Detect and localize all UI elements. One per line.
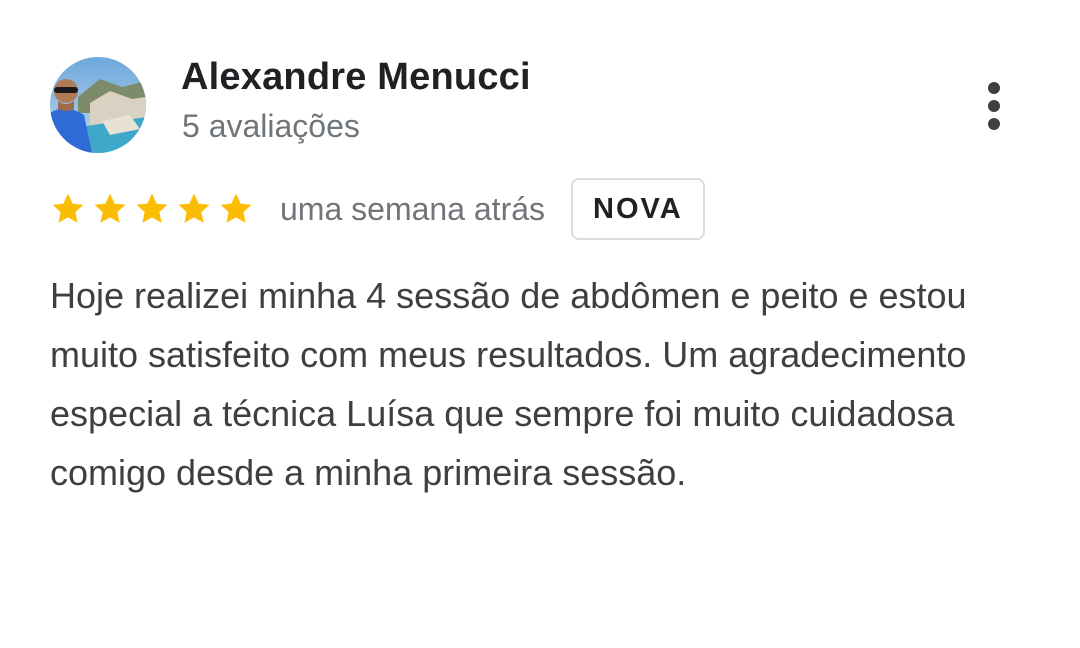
- star-filled-icon: [50, 191, 86, 227]
- review-time: uma semana atrás: [280, 190, 546, 227]
- new-review-badge: NOVA: [571, 178, 705, 240]
- avatar-photo-icon: [50, 57, 146, 153]
- star-filled-icon: [92, 191, 128, 227]
- more-vertical-icon: [988, 100, 1000, 112]
- more-vertical-icon: [988, 82, 1000, 94]
- more-options-button[interactable]: [968, 74, 1020, 138]
- author-review-count[interactable]: 5 avaliações: [182, 108, 360, 145]
- avatar[interactable]: [50, 57, 146, 153]
- star-filled-icon: [134, 191, 170, 227]
- star-filled-icon: [218, 191, 254, 227]
- more-vertical-icon: [988, 118, 1000, 130]
- review-meta-row: uma semana atrás NOVA: [50, 176, 705, 242]
- review-text: Hoje realizei minha 4 sessão de abdômen …: [50, 275, 967, 493]
- star-filled-icon: [176, 191, 212, 227]
- author-name[interactable]: Alexandre Menucci: [181, 56, 531, 99]
- star-rating: [50, 189, 260, 229]
